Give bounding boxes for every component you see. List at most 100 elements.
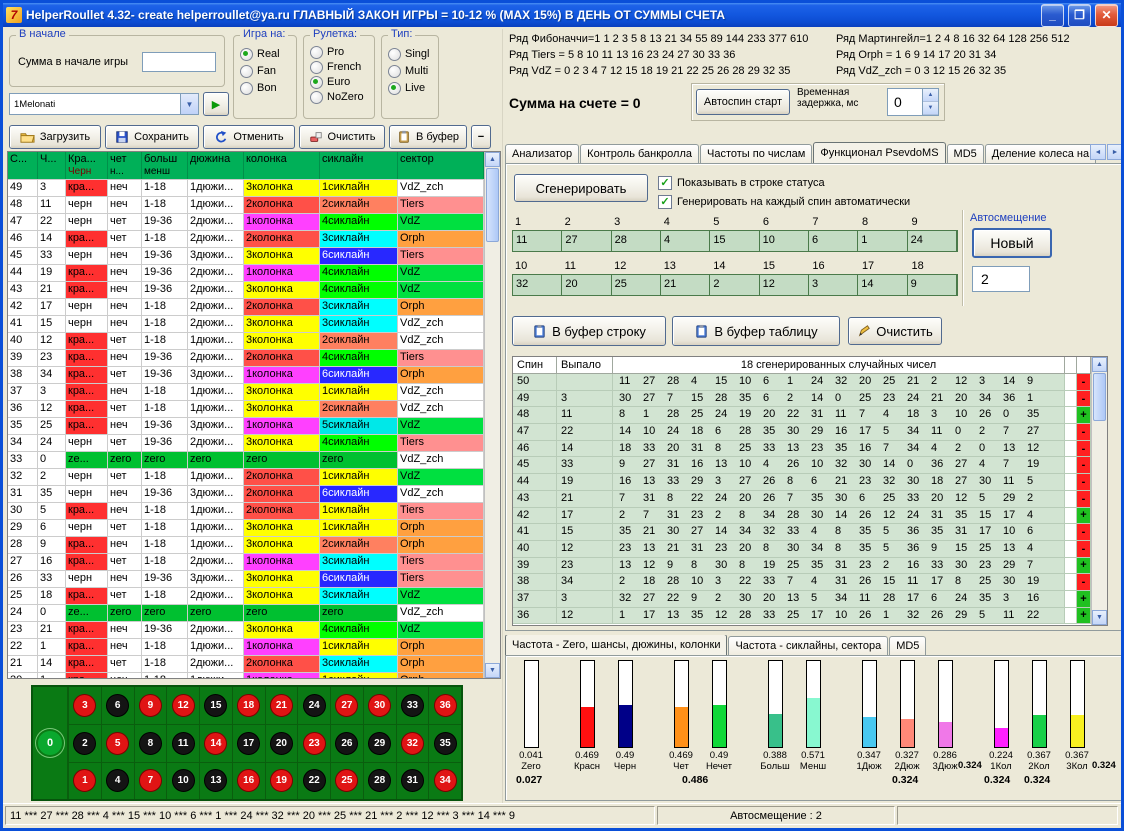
- history-row[interactable]: 289кра...неч1-181дюжи...3колонка2сиклайн…: [8, 537, 484, 554]
- tab-3[interactable]: Частоты по числам: [700, 144, 812, 163]
- radio-multi[interactable]: Multi: [388, 64, 438, 78]
- scroll-up-icon[interactable]: ▲: [1092, 357, 1107, 372]
- history-row[interactable]: 493кра...неч1-181дюжи...3колонка1сиклайн…: [8, 180, 484, 197]
- play-button[interactable]: ▶: [203, 92, 229, 116]
- collapse-button[interactable]: −: [471, 125, 491, 149]
- history-row[interactable]: 4321кра...неч19-362дюжи...3колонка4сикла…: [8, 282, 484, 299]
- generate-button[interactable]: Сгенерировать: [514, 174, 648, 202]
- tab-6[interactable]: Деление колеса на: [985, 144, 1096, 163]
- generated-row[interactable]: 4811812825241920223111741831026035+: [513, 407, 1091, 424]
- generated-row[interactable]: 3612117133512283325171026132262951122+: [513, 608, 1091, 625]
- history-col-header[interactable]: дюжина: [188, 152, 244, 179]
- radio-pro[interactable]: Pro: [310, 45, 374, 59]
- board-cell-4[interactable]: 4: [101, 762, 134, 799]
- board-cell-11[interactable]: 11: [166, 724, 199, 761]
- board-cell-15[interactable]: 15: [199, 687, 232, 724]
- spinner-down-icon[interactable]: ▼: [923, 102, 938, 115]
- history-col-header[interactable]: колонка: [244, 152, 320, 179]
- board-cell-9[interactable]: 9: [134, 687, 167, 724]
- chevron-down-icon[interactable]: ▼: [180, 94, 198, 114]
- board-cell-25[interactable]: 25: [330, 762, 363, 799]
- board-cell-14[interactable]: 14: [199, 724, 232, 761]
- radio-real[interactable]: Real: [240, 47, 296, 61]
- history-row[interactable]: 3923кра...неч19-362дюжи...2колонка4сикла…: [8, 350, 484, 367]
- tab-5[interactable]: MD5: [947, 144, 984, 163]
- history-row[interactable]: 2321кра...неч19-362дюжи...3колонка4сикла…: [8, 622, 484, 639]
- generated-row[interactable]: 3733227229230201353411281762435316+: [513, 591, 1091, 608]
- generated-row[interactable]: 411535213027143432334835536353117106-: [513, 524, 1091, 541]
- board-cell-18[interactable]: 18: [232, 687, 265, 724]
- history-row[interactable]: 221кра...неч1-181дюжи...1колонка1сиклайн…: [8, 639, 484, 656]
- generated-row[interactable]: 4321731822242026735306253320125292-: [513, 491, 1091, 508]
- history-col-header[interactable]: С...: [8, 152, 38, 179]
- board-cell-16[interactable]: 16: [232, 762, 265, 799]
- board-cell-5[interactable]: 5: [101, 724, 134, 761]
- show-status-checkbox[interactable]: ✓ Показывать в строке статуса: [658, 176, 825, 190]
- history-row[interactable]: 2716кра...чет1-182дюжи...1колонка3сиклай…: [8, 554, 484, 571]
- history-row[interactable]: 4419кра...неч19-362дюжи...1колонка4сикла…: [8, 265, 484, 282]
- history-row[interactable]: 330ze...zerozerozerozerozeroVdZ_zch: [8, 452, 484, 469]
- history-row[interactable]: 296чернчет1-181дюжи...3колонка1сиклайнOr…: [8, 520, 484, 537]
- board-cell-10[interactable]: 10: [166, 762, 199, 799]
- history-row[interactable]: 2114кра...чет1-182дюжи...2колонка3сиклай…: [8, 656, 484, 673]
- generated-row[interactable]: 38342182810322337431261511178253019-: [513, 574, 1091, 591]
- history-row[interactable]: 3525кра...неч19-363дюжи...1колонка5сикла…: [8, 418, 484, 435]
- radio-nozero[interactable]: NoZero: [310, 90, 374, 104]
- start-sum-input[interactable]: [142, 52, 216, 72]
- scroll-up-icon[interactable]: ▲: [485, 152, 500, 167]
- history-col-header[interactable]: Кра...Черн: [66, 152, 108, 179]
- zero-number[interactable]: 0: [38, 731, 62, 755]
- scroll-down-icon[interactable]: ▼: [485, 663, 500, 678]
- copy-table-button[interactable]: В буфер таблицу: [672, 316, 840, 346]
- board-cell-6[interactable]: 6: [101, 687, 134, 724]
- tab-scroll-right-icon[interactable]: ►: [1107, 144, 1123, 160]
- history-row[interactable]: 3834кра...чет19-363дюжи...1колонка6сикла…: [8, 367, 484, 384]
- generated-row[interactable]: 46141833203182533132335167344201312-: [513, 441, 1091, 458]
- board-cell-28[interactable]: 28: [363, 762, 396, 799]
- generated-row[interactable]: 50112728415106124322025212123149-: [513, 374, 1091, 391]
- board-zero-cell[interactable]: 0: [33, 687, 68, 799]
- generated-row[interactable]: 39231312983081925353123216333023297+: [513, 558, 1091, 575]
- history-row[interactable]: 240ze...zerozerozerozerozeroVdZ_zch: [8, 605, 484, 622]
- scroll-down-icon[interactable]: ▼: [1092, 610, 1107, 625]
- board-cell-23[interactable]: 23: [297, 724, 330, 761]
- board-cell-21[interactable]: 21: [265, 687, 298, 724]
- freq-tab-2[interactable]: Частота - сиклайны, сектора: [728, 636, 888, 655]
- board-cell-35[interactable]: 35: [428, 724, 461, 761]
- profile-select[interactable]: 1Melonati ▼: [9, 93, 199, 115]
- freq-tab-3[interactable]: MD5: [889, 636, 926, 655]
- board-cell-1[interactable]: 1: [68, 762, 101, 799]
- history-row[interactable]: 4722чернчет19-362дюжи...1колонка4сиклайн…: [8, 214, 484, 231]
- tab-2[interactable]: Контроль банкролла: [580, 144, 699, 163]
- freq-tab-1[interactable]: Частота - Zero, шансы, дюжины, колонки: [505, 635, 727, 655]
- new-button[interactable]: Новый: [972, 228, 1052, 258]
- board-cell-27[interactable]: 27: [330, 687, 363, 724]
- board-cell-34[interactable]: 34: [428, 762, 461, 799]
- panel-clear-button[interactable]: Очистить: [848, 317, 942, 345]
- load-button[interactable]: Загрузить: [9, 125, 101, 149]
- generated-row[interactable]: 441916133329327268621233230182730115-: [513, 474, 1091, 491]
- board-cell-17[interactable]: 17: [232, 724, 265, 761]
- board-cell-7[interactable]: 7: [134, 762, 167, 799]
- history-row[interactable]: 4217черннеч1-182дюжи...2колонка3сиклайнO…: [8, 299, 484, 316]
- radio-live[interactable]: Live: [388, 81, 438, 95]
- radio-euro[interactable]: Euro: [310, 75, 374, 89]
- board-cell-33[interactable]: 33: [396, 687, 429, 724]
- history-scrollbar[interactable]: ▲ ▼: [484, 152, 500, 678]
- generated-row[interactable]: 42172731232834283014261224313515174+: [513, 508, 1091, 525]
- board-cell-26[interactable]: 26: [330, 724, 363, 761]
- radio-singl[interactable]: Singl: [388, 47, 438, 61]
- radio-french[interactable]: French: [310, 60, 374, 74]
- auto-generate-checkbox[interactable]: ✓ Генерировать на каждый спин автоматиче…: [658, 195, 910, 209]
- history-row[interactable]: 2518кра...чет1-182дюжи...3колонка3сиклай…: [8, 588, 484, 605]
- save-button[interactable]: Сохранить: [105, 125, 199, 149]
- generated-row[interactable]: 47221410241862835302916175341102727-: [513, 424, 1091, 441]
- history-row[interactable]: 2633черннеч19-363дюжи...3колонка6сиклайн…: [8, 571, 484, 588]
- scroll-thumb[interactable]: [486, 168, 499, 242]
- copy-buffer-button[interactable]: В буфер: [389, 125, 467, 149]
- radio-fan[interactable]: Fan: [240, 64, 296, 78]
- board-cell-32[interactable]: 32: [396, 724, 429, 761]
- history-col-header[interactable]: четн...: [108, 152, 142, 179]
- board-cell-13[interactable]: 13: [199, 762, 232, 799]
- minimize-button[interactable]: _: [1041, 4, 1064, 27]
